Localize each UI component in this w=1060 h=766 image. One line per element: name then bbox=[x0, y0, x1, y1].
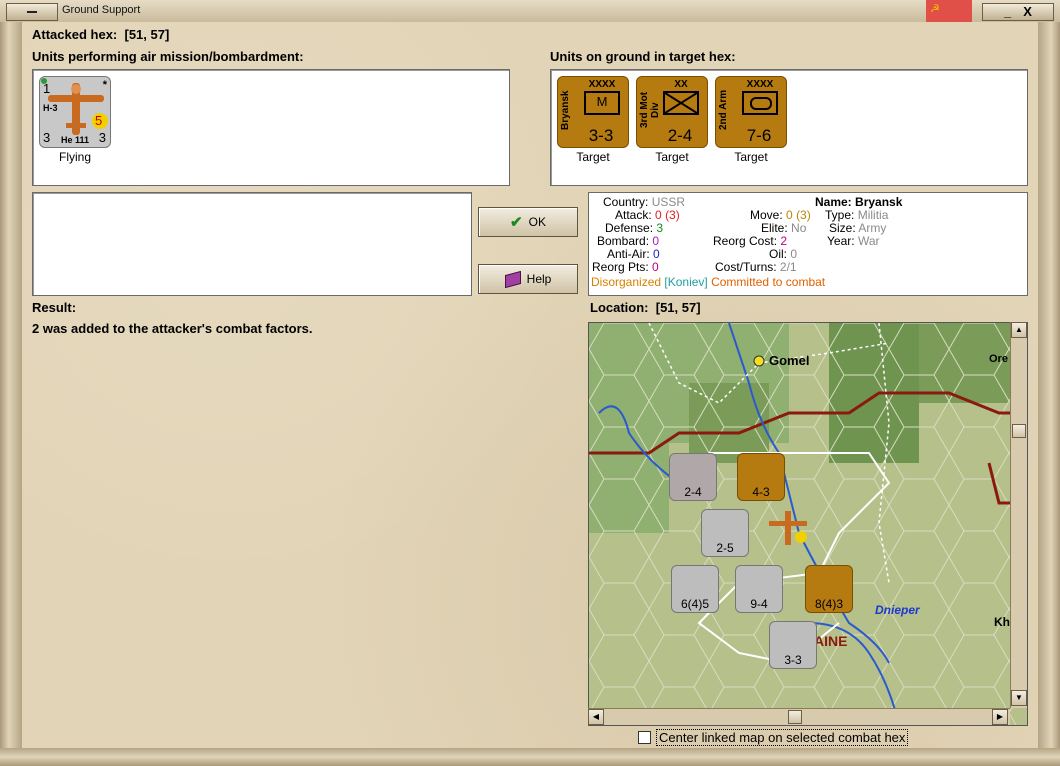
ground-unit-2nd-arm[interactable]: 2nd Arm XXXX 7-6 Target bbox=[713, 76, 789, 164]
dialog-content: Attacked hex: [51, 57] Units performing … bbox=[22, 22, 1038, 748]
defense-row: Defense: 3 bbox=[605, 221, 664, 235]
ground-unit-3rd-mot-div[interactable]: 3rd Mot Div XX 2-4 Target bbox=[634, 76, 710, 164]
move-row: Move: 0 (3) bbox=[750, 208, 811, 222]
map-counter[interactable]: 2-4 bbox=[669, 453, 717, 501]
map-river-dnieper: Dnieper bbox=[875, 603, 920, 617]
air-unit-he111[interactable]: 1 * H-3 5 3 He 111 3 Flying bbox=[37, 76, 113, 164]
map-city-kh: Kh bbox=[994, 615, 1010, 629]
map-horizontal-scrollbar[interactable]: ◀ ▶ bbox=[588, 708, 1010, 725]
ground-units-label: Units on ground in target hex: bbox=[550, 49, 736, 64]
type-row: Type: Militia bbox=[825, 208, 889, 222]
status-row: Disorganized [Koniev] Committed to comba… bbox=[591, 275, 826, 289]
result-text: 2 was added to the attacker's combat fac… bbox=[32, 321, 313, 336]
militia-symbol-icon: M bbox=[584, 91, 620, 115]
map-counter[interactable]: 4-3 bbox=[737, 453, 785, 501]
armor-icon bbox=[742, 91, 778, 115]
unit-counter-bryansk[interactable]: Bryansk XXXX M 3-3 bbox=[557, 76, 629, 148]
vertical-scroll-thumb[interactable] bbox=[1012, 424, 1026, 438]
map-counter[interactable]: 8(4)3 bbox=[805, 565, 853, 613]
center-map-checkbox-label[interactable]: Center linked map on selected combat hex bbox=[656, 729, 909, 746]
scroll-right-arrow-icon[interactable]: ▶ bbox=[992, 709, 1008, 725]
bombard-row: Bombard: 0 bbox=[597, 234, 660, 248]
scroll-up-arrow-icon[interactable]: ▲ bbox=[1011, 322, 1027, 338]
size-row: Size: Army bbox=[829, 221, 887, 235]
ground-units-list[interactable]: Bryansk XXXX M 3-3 Target 3rd Mot Div XX… bbox=[550, 69, 1028, 186]
oil-row: Oil: 0 bbox=[769, 247, 798, 261]
map-city-ore: Ore bbox=[989, 353, 1008, 365]
attack-row: Attack: 0 (3) bbox=[615, 208, 680, 222]
attacked-hex-value: [51, 57] bbox=[124, 27, 170, 42]
help-book-icon bbox=[504, 270, 521, 288]
window-title: Ground Support bbox=[62, 4, 141, 16]
window-frame-right bbox=[1038, 22, 1060, 766]
location-heading: Location: [51, 57] bbox=[590, 300, 701, 315]
antiair-row: Anti-Air: 0 bbox=[607, 247, 660, 261]
unit-counter-3rd-mot-div[interactable]: 3rd Mot Div XX 2-4 bbox=[636, 76, 708, 148]
attacked-hex-heading: Attacked hex: [51, 57] bbox=[32, 27, 170, 42]
elite-row: Elite: No bbox=[761, 221, 807, 235]
window-frame-left bbox=[0, 22, 22, 766]
checkmark-icon: ✔ bbox=[510, 214, 523, 231]
map-counter[interactable]: 6(4)5 bbox=[671, 565, 719, 613]
map-counter[interactable]: 9-4 bbox=[735, 565, 783, 613]
map-city-gomel: Gomel bbox=[769, 353, 810, 368]
map-bomber-plane-icon bbox=[765, 509, 811, 549]
scroll-left-arrow-icon[interactable]: ◀ bbox=[588, 709, 604, 725]
air-unit-status: Flying bbox=[58, 150, 91, 164]
unit-counter-2nd-arm[interactable]: 2nd Arm XXXX 7-6 bbox=[715, 76, 787, 148]
scroll-down-arrow-icon[interactable]: ▼ bbox=[1011, 690, 1027, 706]
air-units-list[interactable]: 1 * H-3 5 3 He 111 3 Flying bbox=[32, 69, 510, 186]
result-label: Result: bbox=[32, 300, 77, 315]
map-region-label: AINE bbox=[814, 633, 848, 649]
title-bar: Ground Support ☭ _ X bbox=[0, 0, 1060, 23]
system-menu-button[interactable] bbox=[6, 3, 58, 21]
ground-unit-bryansk[interactable]: Bryansk XXXX M 3-3 Target bbox=[555, 76, 631, 164]
reorg-pts-row: Reorg Pts: 0 bbox=[592, 260, 659, 274]
reorg-cost-row: Reorg Cost: 2 bbox=[713, 234, 788, 248]
map-counter[interactable]: 3-3 bbox=[769, 621, 817, 669]
unit-info-panel: Country: USSR Attack: 0 (3) Defense: 3 B… bbox=[588, 192, 1028, 296]
map-counter[interactable]: 2-5 bbox=[701, 509, 749, 557]
year-row: Year: War bbox=[827, 234, 880, 248]
message-box bbox=[32, 192, 472, 296]
cost-turns-row: Cost/Turns: 2/1 bbox=[715, 260, 797, 274]
horizontal-scroll-thumb[interactable] bbox=[788, 710, 802, 724]
name-row: Name: Bryansk bbox=[815, 195, 903, 209]
map-vertical-scrollbar[interactable]: ▲ ▼ bbox=[1010, 322, 1027, 708]
air-unit-counter[interactable]: 1 * H-3 5 3 He 111 3 bbox=[39, 76, 111, 148]
location-value: [51, 57] bbox=[655, 300, 701, 315]
country-row: Country: USSR bbox=[603, 195, 686, 209]
close-button[interactable]: _ X bbox=[982, 3, 1054, 21]
flag-icon: ☭ bbox=[926, 0, 972, 22]
ok-button[interactable]: ✔ OK bbox=[478, 207, 578, 237]
center-map-checkbox[interactable] bbox=[638, 731, 651, 744]
help-button[interactable]: Help bbox=[478, 264, 578, 294]
air-units-label: Units performing air mission/bombardment… bbox=[32, 49, 304, 64]
motorized-infantry-icon bbox=[663, 91, 699, 115]
hex-map[interactable]: Gomel Ore Dnieper AINE Kh 2-4 4-3 2-5 6(… bbox=[588, 322, 1028, 726]
window-frame-bottom bbox=[0, 748, 1060, 766]
